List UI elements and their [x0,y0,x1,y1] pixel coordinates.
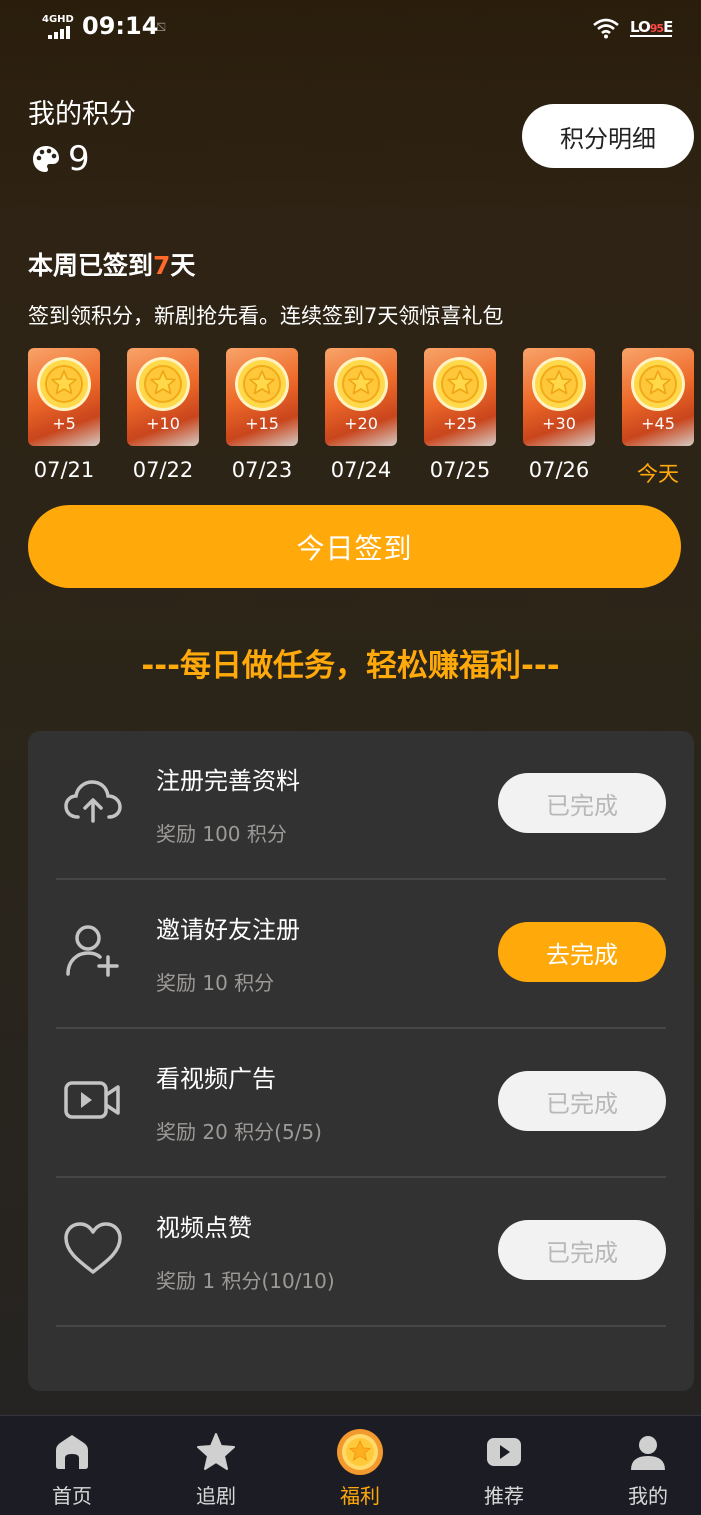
checkin-day-card: +20 [325,348,397,446]
checkin-day-card: +10 [127,348,199,446]
gold-coin-icon [136,357,190,411]
day-reward: +10 [146,414,180,433]
wifi-icon [593,18,619,39]
cell-signal-icon: 4GHD [42,14,74,40]
network-type: 4GHD [42,14,74,25]
day-date: 今天 [637,462,679,486]
task-row-invite: 邀请好友注册 奖励 10 积分 去完成 [56,880,666,1029]
day-date: 07/26 [528,458,590,482]
gold-coin-icon [532,357,586,411]
day-reward: +30 [542,414,576,433]
task-title: 看视频广告 [156,1065,276,1093]
day-reward: +45 [641,414,675,433]
video-play-icon [64,1081,120,1119]
tasks-heading: ---每日做任务，轻松赚福利--- [141,648,560,684]
task-completed-button[interactable]: 已完成 [498,1071,666,1131]
my-points-label: 我的积分 [28,99,136,130]
gold-coin-icon [235,357,289,411]
heart-icon [64,1222,122,1274]
bottom-nav: 首页 追剧 福利 推荐 我的 [0,1415,701,1515]
day-date: 07/21 [33,458,95,482]
play-icon [487,1438,521,1466]
user-icon [631,1436,665,1470]
star-icon [197,1433,235,1470]
nav-label: 首页 [52,1484,92,1508]
gold-coin-icon [334,357,388,411]
task-completed-button[interactable]: 已完成 [498,773,666,833]
task-title: 注册完善资料 [156,767,300,795]
task-completed-button[interactable]: 已完成 [498,1220,666,1280]
points-detail-button[interactable]: 积分明细 [522,104,694,168]
day-reward: +25 [443,414,477,433]
status-bar: 4GHD 09:14 ⧅ LO95E [0,0,701,56]
checkin-day-card: +15 [226,348,298,446]
task-go-button[interactable]: 去完成 [498,922,666,982]
task-reward: 奖励 10 积分 [156,971,275,995]
coin-star-icon [337,1429,383,1475]
day-reward: +5 [52,414,76,433]
checkin-day-card: +25 [424,348,496,446]
day-date: 07/22 [132,458,194,482]
day-reward: +20 [344,414,378,433]
nav-label: 我的 [628,1484,668,1508]
day-date: 07/24 [330,458,392,482]
points-display: 9 [30,140,90,178]
task-title: 视频点赞 [156,1214,252,1242]
nav-recommend[interactable]: 推荐 [454,1416,554,1515]
nav-label: 福利 [340,1484,380,1508]
task-row-video-ad: 看视频广告 奖励 20 积分(5/5) 已完成 [56,1029,666,1178]
nav-label: 追剧 [196,1484,236,1508]
cloud-upload-icon [64,780,122,823]
daily-checkin-button[interactable]: 今日签到 [28,505,681,588]
nav-mine[interactable]: 我的 [598,1416,698,1515]
checkin-day-card: +5 [28,348,100,446]
gold-coin-icon [433,357,487,411]
day-date: 07/23 [231,458,293,482]
checkin-day-card: +30 [523,348,595,446]
points-value: 9 [68,139,90,179]
day-reward: +15 [245,414,279,433]
task-row-profile: 注册完善资料 奖励 100 积分 已完成 [56,731,666,880]
task-reward: 奖励 20 积分(5/5) [156,1120,322,1144]
status-time: 09:14 [82,12,159,40]
gold-coin-icon [37,357,91,411]
add-user-icon [66,925,119,977]
weekly-checkin-title: 本周已签到7天 [28,251,196,280]
nav-welfare[interactable]: 福利 [310,1416,410,1515]
nav-home[interactable]: 首页 [22,1416,122,1515]
notification-icon: ⧅ [156,16,167,35]
battery-indicator: LO95E [630,18,673,37]
task-reward: 奖励 1 积分(10/10) [156,1269,335,1293]
task-row-like: 视频点赞 奖励 1 积分(10/10) 已完成 [56,1178,666,1327]
nav-drama[interactable]: 追剧 [166,1416,266,1515]
task-title: 邀请好友注册 [156,916,300,944]
gold-coin-icon [631,357,685,411]
checkin-day-card: +45 [622,348,694,446]
palette-icon [33,146,59,172]
day-date: 07/25 [429,458,491,482]
checkin-description: 签到领积分，新剧抢先看。连续签到7天领惊喜礼包 [28,304,504,328]
task-panel: 注册完善资料 奖励 100 积分 已完成 邀请好友注册 奖励 10 积分 去完成… [28,731,694,1391]
home-icon [56,1435,88,1469]
nav-label: 推荐 [484,1484,524,1508]
task-reward: 奖励 100 积分 [156,822,287,846]
